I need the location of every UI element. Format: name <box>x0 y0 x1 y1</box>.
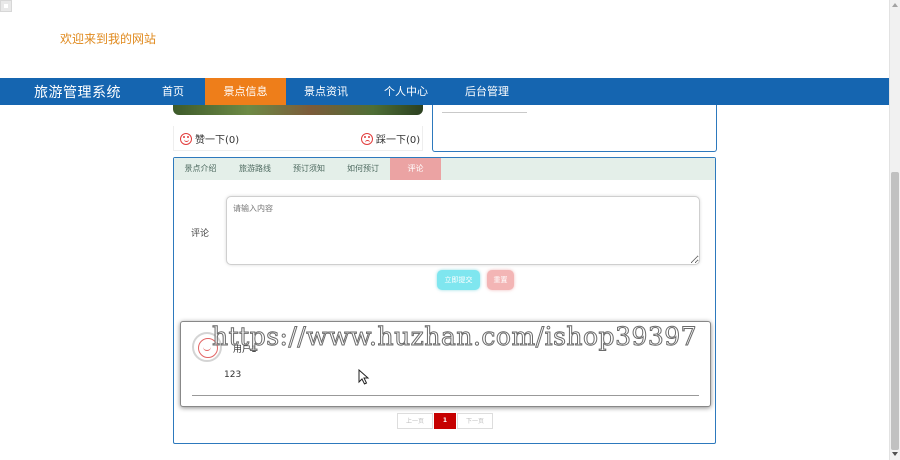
nav-item-scenic-info[interactable]: 景点信息 <box>205 78 286 105</box>
side-box-divider <box>442 105 527 113</box>
reset-button[interactable]: 重置 <box>487 270 514 290</box>
nav-item-personal-center[interactable]: 个人中心 <box>373 78 439 105</box>
pagination-page-current[interactable]: 1 <box>434 413 456 429</box>
vertical-scrollbar[interactable] <box>889 0 900 460</box>
pagination-next-button[interactable]: 下一页 <box>457 413 493 429</box>
scenic-image <box>173 105 423 115</box>
welcome-text: 欢迎来到我的网站 <box>60 32 157 46</box>
comment-text: 123 <box>224 370 242 380</box>
smile-icon <box>180 132 192 145</box>
tab-introduction[interactable]: 景点介绍 <box>174 158 227 180</box>
scroll-up-arrow-icon[interactable] <box>892 3 898 7</box>
comment-divider <box>192 395 699 396</box>
mouse-cursor-icon <box>358 369 370 385</box>
comment-field-label: 评论 <box>191 229 210 239</box>
pagination-prev-button[interactable]: 上一页 <box>397 413 433 429</box>
nav-item-scenic-news[interactable]: 景点资讯 <box>291 78 361 105</box>
tab-how-to-book[interactable]: 如何预订 <box>336 158 390 180</box>
submit-button[interactable]: 立即提交 <box>437 270 480 290</box>
nav-item-admin[interactable]: 后台管理 <box>452 78 522 105</box>
detail-panel: 景点介绍 旅游路线 预订须知 如何预订 评论 评论 立即提交 重置 用户1 12… <box>173 157 716 444</box>
like-label: 赞一下(0) <box>195 135 240 146</box>
tab-comments[interactable]: 评论 <box>390 158 441 180</box>
comment-username: 用户1 <box>233 345 257 355</box>
avatar <box>192 332 222 362</box>
site-brand[interactable]: 旅游管理系统 <box>34 82 121 102</box>
like-button[interactable]: 赞一下(0) <box>180 131 239 146</box>
tab-booking-notice[interactable]: 预订须知 <box>282 158 336 180</box>
frown-icon <box>361 132 373 145</box>
broken-image-icon <box>0 0 12 12</box>
scroll-down-arrow-icon[interactable] <box>892 452 898 456</box>
top-navbar: 旅游管理系统 首页 景点信息 景点资讯 个人中心 后台管理 <box>0 78 889 105</box>
dislike-button[interactable]: 踩一下(0) <box>361 131 420 146</box>
dislike-label: 踩一下(0) <box>376 135 421 146</box>
comment-item: 用户1 123 <box>180 321 711 407</box>
scroll-thumb[interactable] <box>891 172 899 450</box>
comment-textarea[interactable] <box>226 196 700 265</box>
tab-route[interactable]: 旅游路线 <box>228 158 282 180</box>
nav-item-home[interactable]: 首页 <box>150 78 196 105</box>
vote-row: 赞一下(0) 踩一下(0) <box>173 126 423 151</box>
detail-tabs: 景点介绍 旅游路线 预订须知 如何预订 评论 <box>174 158 715 180</box>
page: 欢迎来到我的网站 旅游管理系统 首页 景点信息 景点资讯 个人中心 后台管理 赞… <box>0 0 900 460</box>
